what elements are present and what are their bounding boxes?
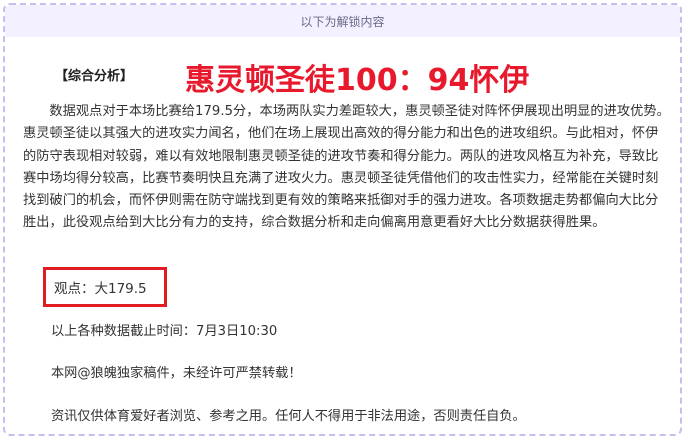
data-cutoff-text: 以上各种数据截止时间：7月3日10:30 xyxy=(51,324,278,339)
unlock-banner: 以下为解锁内容 xyxy=(5,5,680,37)
section-tag: 【综合分析】 xyxy=(55,69,134,84)
verdict-box: 观点：大179.5 xyxy=(43,267,167,307)
unlocked-content-panel: 以下为解锁内容 【综合分析】 惠灵顿圣徒100：94怀伊 数据观点对于本场比赛给… xyxy=(3,3,682,436)
disclaimer-text: 资讯仅供体育爱好者浏览、参考之用。任何人不得用于非法用途，否则责任自负。 xyxy=(51,409,526,424)
match-headline: 惠灵顿圣徒100：94怀伊 xyxy=(185,63,530,98)
analysis-paragraph: 数据观点对于本场比赛给179.5分，本场两队实力差距较大，惠灵顿圣徒对阵怀伊展现… xyxy=(23,104,670,231)
copyright-notice: 本网@狼魄独家稿件，未经许可严禁转载！ xyxy=(51,366,302,381)
verdict-text: 观点：大179.5 xyxy=(54,281,147,297)
unlock-banner-text: 以下为解锁内容 xyxy=(300,14,385,29)
